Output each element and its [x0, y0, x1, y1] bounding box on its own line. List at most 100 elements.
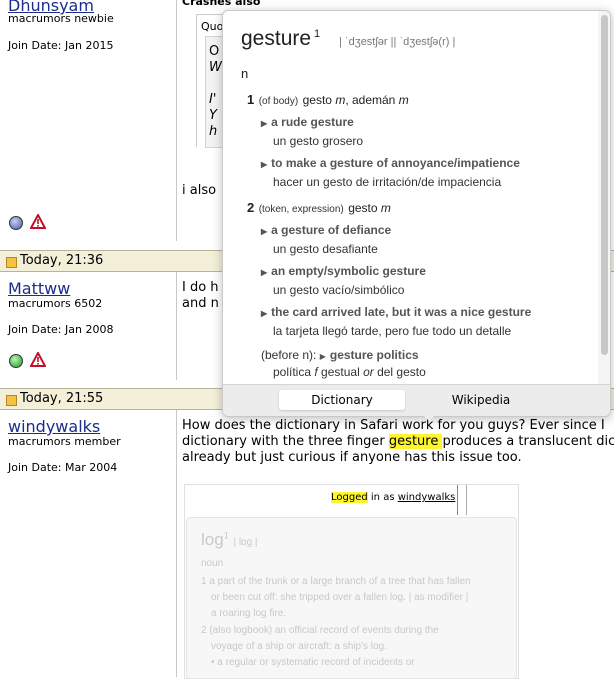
embed-frame-edge: [457, 485, 467, 515]
username-link[interactable]: windywalks: [8, 417, 100, 436]
report-warning-icon[interactable]: [30, 214, 46, 229]
tab-dictionary[interactable]: Dictionary: [279, 390, 405, 410]
example-translation: un gesto vacío/simbólico: [273, 283, 405, 297]
sense-translation: , ademán: [345, 93, 399, 107]
embed-pron: | lɒɡ |: [233, 537, 258, 548]
embed-line: a roaring log fire.: [211, 608, 287, 619]
tab-wikipedia[interactable]: Wikipedia: [421, 390, 541, 410]
post-date: Today, 21:36: [20, 253, 104, 268]
post-text: Crashes also: [182, 0, 261, 8]
user-rank: macrumors 6502: [8, 297, 103, 310]
example-translation: un gesto grosero: [273, 134, 364, 148]
embed-line: 1 a part of the trunk or a large branch …: [201, 576, 471, 587]
post-text-part: produces a translucent dic: [442, 434, 614, 449]
example-phrase: ▶ an empty/symbolic gesture: [261, 264, 426, 278]
column-divider: [176, 272, 177, 380]
column-divider: [176, 410, 177, 677]
popover-pointer: [420, 412, 438, 421]
join-date: Join Date: Jan 2015: [8, 39, 114, 52]
pronunciation: | ˈdʒestʃər || ˈdʒestʃə(r) |: [339, 36, 456, 48]
offline-status-icon: [9, 216, 23, 230]
post-icon: [6, 395, 17, 406]
headword: gesture 1: [241, 27, 320, 51]
embed-user-link: windywalks: [397, 492, 456, 503]
post-text-part: dictionary with the three finger: [182, 434, 389, 449]
gender-marker: m: [380, 201, 391, 215]
usage-translation-part: gestual: [317, 365, 364, 379]
disclosure-triangle-icon: ▶: [319, 352, 326, 361]
post-text: and n: [182, 296, 219, 311]
post-text: i also: [182, 183, 217, 198]
usage-phrase: gesture politics: [329, 348, 419, 362]
usage-translation: política f gestual or del gesto: [273, 365, 426, 379]
quote-line: h: [209, 124, 218, 139]
before-noun-usage: (before n): ▶ gesture politics: [261, 346, 419, 364]
example-phrase-text: to make a gesture of annoyance/impatienc…: [271, 156, 520, 170]
example-translation: un gesto desafiante: [273, 242, 378, 256]
online-status-icon: [9, 354, 23, 368]
headword-text: gesture: [241, 27, 312, 50]
dictionary-popover[interactable]: gesture 1 | ˈdʒestʃər || ˈdʒestʃə(r) | n …: [222, 10, 611, 417]
join-date: Join Date: Jan 2008: [8, 323, 114, 336]
disclosure-triangle-icon: ▶: [261, 309, 268, 318]
post-text: dictionary with the three finger gesture…: [182, 434, 614, 450]
example-phrase-text: a rude gesture: [271, 115, 354, 129]
embed-sup: 1: [223, 530, 229, 541]
embed-headword-text: log: [201, 530, 224, 549]
highlighted-word[interactable]: gesture: [388, 434, 443, 449]
usage-translation-part: del gesto: [373, 365, 426, 379]
quote-label: Quo: [201, 20, 224, 33]
sense-number: 2: [247, 200, 255, 215]
part-of-speech: n: [241, 66, 249, 81]
embed-headword: log1 | lɒɡ |: [201, 530, 258, 550]
post-icon: [6, 257, 17, 268]
source-tabs: Dictionary Wikipedia: [223, 384, 610, 416]
embed-line: or been cut off: she tripped over a fall…: [211, 592, 469, 603]
embed-text: in as: [367, 492, 398, 503]
sense-label: (token, expression): [258, 204, 344, 215]
post-text: already but just curious if anyone has t…: [182, 450, 522, 465]
disclosure-triangle-icon: ▶: [261, 227, 268, 236]
popover-scrollbar[interactable]: [601, 15, 608, 355]
example-phrase: ▶ the card arrived late, but it was a nic…: [261, 305, 531, 319]
example-phrase-text: the card arrived late, but it was a nice…: [271, 305, 532, 319]
gender-marker: m: [335, 93, 346, 107]
headword-sup: 1: [314, 28, 321, 40]
quote-line: Y: [209, 108, 217, 123]
user-rank: macrumors newbie: [8, 12, 114, 25]
user-rank: macrumors member: [8, 435, 121, 448]
embed-line: 2 (also logbook) an official record of e…: [201, 625, 439, 636]
embedded-translucent-popover: log1 | lɒɡ | noun 1 a part of the trunk …: [186, 517, 517, 679]
post-text: I do h: [182, 280, 219, 295]
sense-2: 2 (token, expression) gesto m: [247, 199, 391, 217]
post-date: Today, 21:55: [20, 391, 104, 406]
report-warning-icon[interactable]: [30, 352, 46, 367]
embed-line: voyage of a ship or aircraft: a ship's l…: [211, 641, 387, 652]
column-divider: [176, 0, 177, 241]
dictionary-content[interactable]: gesture 1 | ˈdʒestʃər || ˈdʒestʃə(r) | n …: [223, 11, 598, 384]
sense-number: 1: [247, 92, 255, 107]
post-text: How does the dictionary in Safari work f…: [182, 418, 605, 433]
disclosure-triangle-icon: ▶: [261, 268, 268, 277]
embed-line: • a regular or systematic record of inci…: [211, 657, 415, 668]
username-link[interactable]: Mattww: [8, 279, 70, 298]
embed-pos: noun: [201, 558, 224, 569]
sense-translation: gesto: [348, 201, 381, 215]
sense-translation: gesto: [302, 93, 336, 107]
disclosure-triangle-icon: ▶: [261, 160, 268, 169]
quote-line: I': [209, 92, 217, 107]
quote-line: O: [209, 44, 220, 59]
example-translation: hacer un gesto de irritación/de impacien…: [273, 175, 502, 189]
example-phrase: ▶ to make a gesture of annoyance/impatien…: [261, 156, 520, 170]
post-1-userinfo: [0, 0, 176, 241]
example-translation: la tarjeta llegó tarde, pero fue todo un…: [273, 324, 512, 338]
example-phrase: ▶ a gesture of defiance: [261, 223, 391, 237]
usage-translation-part: política: [273, 365, 315, 379]
usage-or: or: [363, 365, 374, 379]
usage-label: (before n):: [261, 348, 320, 362]
example-phrase-text: an empty/symbolic gesture: [271, 264, 426, 278]
disclosure-triangle-icon: ▶: [261, 119, 268, 128]
join-date: Join Date: Mar 2004: [8, 461, 118, 474]
quote-line: W: [209, 60, 222, 75]
sense-1: 1 (of body) gesto m, ademán m: [247, 91, 409, 109]
